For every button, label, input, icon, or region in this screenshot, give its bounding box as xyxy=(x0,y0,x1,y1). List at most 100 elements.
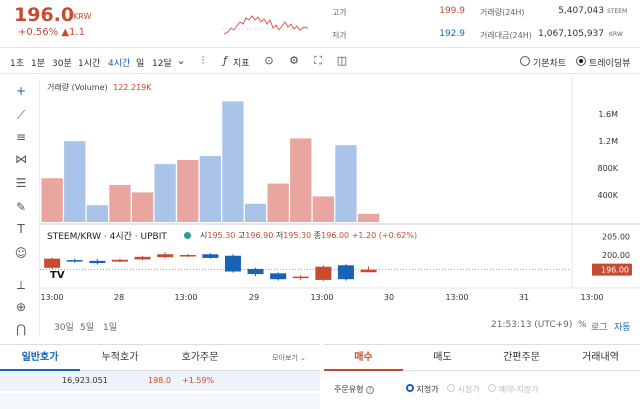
volume-bars xyxy=(41,101,380,222)
pattern-icon[interactable]: ⋈ xyxy=(14,152,28,166)
orderbook-price: 198.0 xyxy=(148,376,171,385)
interval-1s[interactable]: 1초 xyxy=(10,56,24,69)
brush-icon[interactable]: ✎ xyxy=(14,200,28,214)
drawing-toolbar: + ⟋ ≡ ⋈ ☰ ✎ T ☺ ⟂ ⊕ ⋂ xyxy=(0,78,40,338)
range-1d[interactable]: 1일 xyxy=(103,320,117,333)
ohlc-legend: 시195.30 고196.90 저195.30 종196.00 +1.20 (+… xyxy=(200,230,417,241)
orderbook-row[interactable]: 16,923.051 198.0 +1.59% xyxy=(0,371,320,391)
fib-icon[interactable]: ☰ xyxy=(14,176,28,190)
tab-sell[interactable]: 매도 xyxy=(403,345,482,371)
last-price-tag-label: 196.00 xyxy=(601,266,629,275)
compare-icon[interactable]: ⊙ xyxy=(262,54,276,68)
price-change: +0.56% ▲1.1 xyxy=(18,27,85,38)
range-30d[interactable]: 30일 xyxy=(54,320,74,333)
tab-cumulative-orderbook[interactable]: 누적호가 xyxy=(80,345,160,371)
candle-body xyxy=(89,260,106,264)
limit-radio[interactable] xyxy=(406,384,414,392)
chart-bottom-bar: 30일 5일 1일 21:53:13 (UTC+9) % 로그 자동 xyxy=(40,316,640,336)
tradingview-radio[interactable] xyxy=(576,56,586,66)
volume-24h-unit: STEEM xyxy=(607,8,628,15)
text-icon[interactable]: T xyxy=(14,222,28,236)
market-label: 시장가 xyxy=(457,385,480,394)
volume-bar xyxy=(290,138,312,222)
interval-30m[interactable]: 30분 xyxy=(52,56,72,69)
volume-bar xyxy=(222,101,244,222)
volume-bar xyxy=(41,178,63,222)
candle-type-icon[interactable]: ⫶ xyxy=(196,54,210,68)
candles xyxy=(44,252,377,282)
time-tick-label: 28 xyxy=(114,293,124,302)
collapse-dropdown[interactable]: 모아보기 ⌄ xyxy=(262,345,316,371)
tab-buy[interactable]: 매수 xyxy=(324,345,403,371)
amount-24h-unit: KRW xyxy=(609,31,623,38)
ticker-header: 196.0 KRW +0.56% ▲1.1 고가 199.9 저가 192.9 … xyxy=(0,0,640,48)
orderbook-row[interactable] xyxy=(0,393,320,409)
limit-label: 지정가 xyxy=(416,385,439,394)
high-label: 고가 xyxy=(332,8,347,17)
indicator-button[interactable]: 지표 xyxy=(233,56,250,69)
interval-1m[interactable]: 1분 xyxy=(31,56,45,69)
emoji-icon[interactable]: ☺ xyxy=(14,246,28,260)
zoom-icon[interactable]: ⊕ xyxy=(14,300,28,314)
trendline-icon[interactable]: ⟋ xyxy=(14,108,28,122)
price-chart[interactable]: 1.6M 1.2M 800K 400K 205.00 200.00 196.00 13:00 2… xyxy=(40,78,640,340)
horizontal-lines-icon[interactable]: ≡ xyxy=(14,130,28,144)
orderbook-tabs: 일반호가 누적호가 호가주문 모아보기 ⌄ xyxy=(0,345,320,371)
volume-tick-label: 1.6M xyxy=(598,110,618,119)
low-value: 192.9 xyxy=(439,29,465,39)
collapse-label: 모아보기 xyxy=(272,354,298,362)
crosshair-icon[interactable]: + xyxy=(14,84,28,98)
low-label: 저가 xyxy=(332,31,347,40)
volume-legend-label: 거래량 (Volume) xyxy=(47,83,108,92)
amount-24h-label: 거래대금(24H) xyxy=(480,31,532,40)
basic-chart-radio[interactable] xyxy=(520,56,530,66)
gear-icon[interactable]: ⚙ xyxy=(287,54,301,68)
time-tick-label: 29 xyxy=(249,293,259,302)
ohlc-change: +1.20 (+0.62%) xyxy=(351,231,418,240)
time-tick-label: 30 xyxy=(384,293,394,302)
magnet-icon[interactable]: ⋂ xyxy=(14,322,28,336)
sparkline-chart xyxy=(222,15,310,35)
percent-scale-toggle[interactable]: % xyxy=(578,320,587,330)
price-tick-label: 205.00 xyxy=(602,233,630,242)
interval-4h[interactable]: 4시간 xyxy=(108,56,130,69)
camera-icon[interactable]: ◫ xyxy=(335,54,349,68)
log-scale-toggle[interactable]: 로그 xyxy=(591,320,608,333)
volume-bar xyxy=(335,145,357,222)
candle-body xyxy=(337,265,354,280)
time-tick-label: 13:00 xyxy=(40,293,63,302)
chart-clock[interactable]: 21:53:13 (UTC+9) xyxy=(491,320,572,330)
time-tick-label: 13:00 xyxy=(580,293,603,302)
interval-12mo[interactable]: 12달 xyxy=(152,56,172,69)
market-radio[interactable] xyxy=(447,384,456,392)
chevron-down-icon[interactable]: ⌄ xyxy=(174,54,188,68)
ohlc-high: 196.90 xyxy=(245,231,274,240)
reserved-limit-radio[interactable] xyxy=(488,384,497,392)
orderbook-pct: +1.59% xyxy=(182,376,215,385)
time-tick-label: 13:00 xyxy=(445,293,468,302)
tab-simple-order[interactable]: 간편주문 xyxy=(482,345,561,371)
tab-orderbook-order[interactable]: 호가주문 xyxy=(160,345,240,371)
candle-body xyxy=(315,266,332,280)
volume-bar xyxy=(267,183,289,222)
chart-canvas[interactable]: 1.6M 1.2M 800K 400K 205.00 200.00 196.00 13:00 2… xyxy=(40,78,640,340)
candle-body xyxy=(66,260,83,262)
volume-bar xyxy=(312,196,334,222)
auto-scale-toggle[interactable]: 자동 xyxy=(614,320,631,333)
symbol-label: STEEM/KRW · 4시간 · UPBIT xyxy=(47,232,167,242)
chevron-down-icon: ⌄ xyxy=(300,354,306,362)
tab-trade-history[interactable]: 거래내역 xyxy=(561,345,640,371)
ruler-icon[interactable]: ⟂ xyxy=(14,278,28,292)
function-icon[interactable]: ƒ xyxy=(218,54,232,68)
range-5d[interactable]: 5일 xyxy=(80,320,94,333)
candle-body xyxy=(202,254,219,258)
fullscreen-icon[interactable]: ⛶ xyxy=(311,54,325,68)
tab-normal-orderbook[interactable]: 일반호가 xyxy=(0,345,80,371)
help-icon[interactable]: ? xyxy=(366,386,374,394)
volume-24h-value: 5,407,043 xyxy=(558,6,604,16)
interval-1h[interactable]: 1시간 xyxy=(78,56,100,69)
time-tick-label: 13:00 xyxy=(310,293,333,302)
volume-bar xyxy=(199,155,221,222)
volume-bar xyxy=(154,164,176,222)
interval-day[interactable]: 일 xyxy=(136,56,144,69)
